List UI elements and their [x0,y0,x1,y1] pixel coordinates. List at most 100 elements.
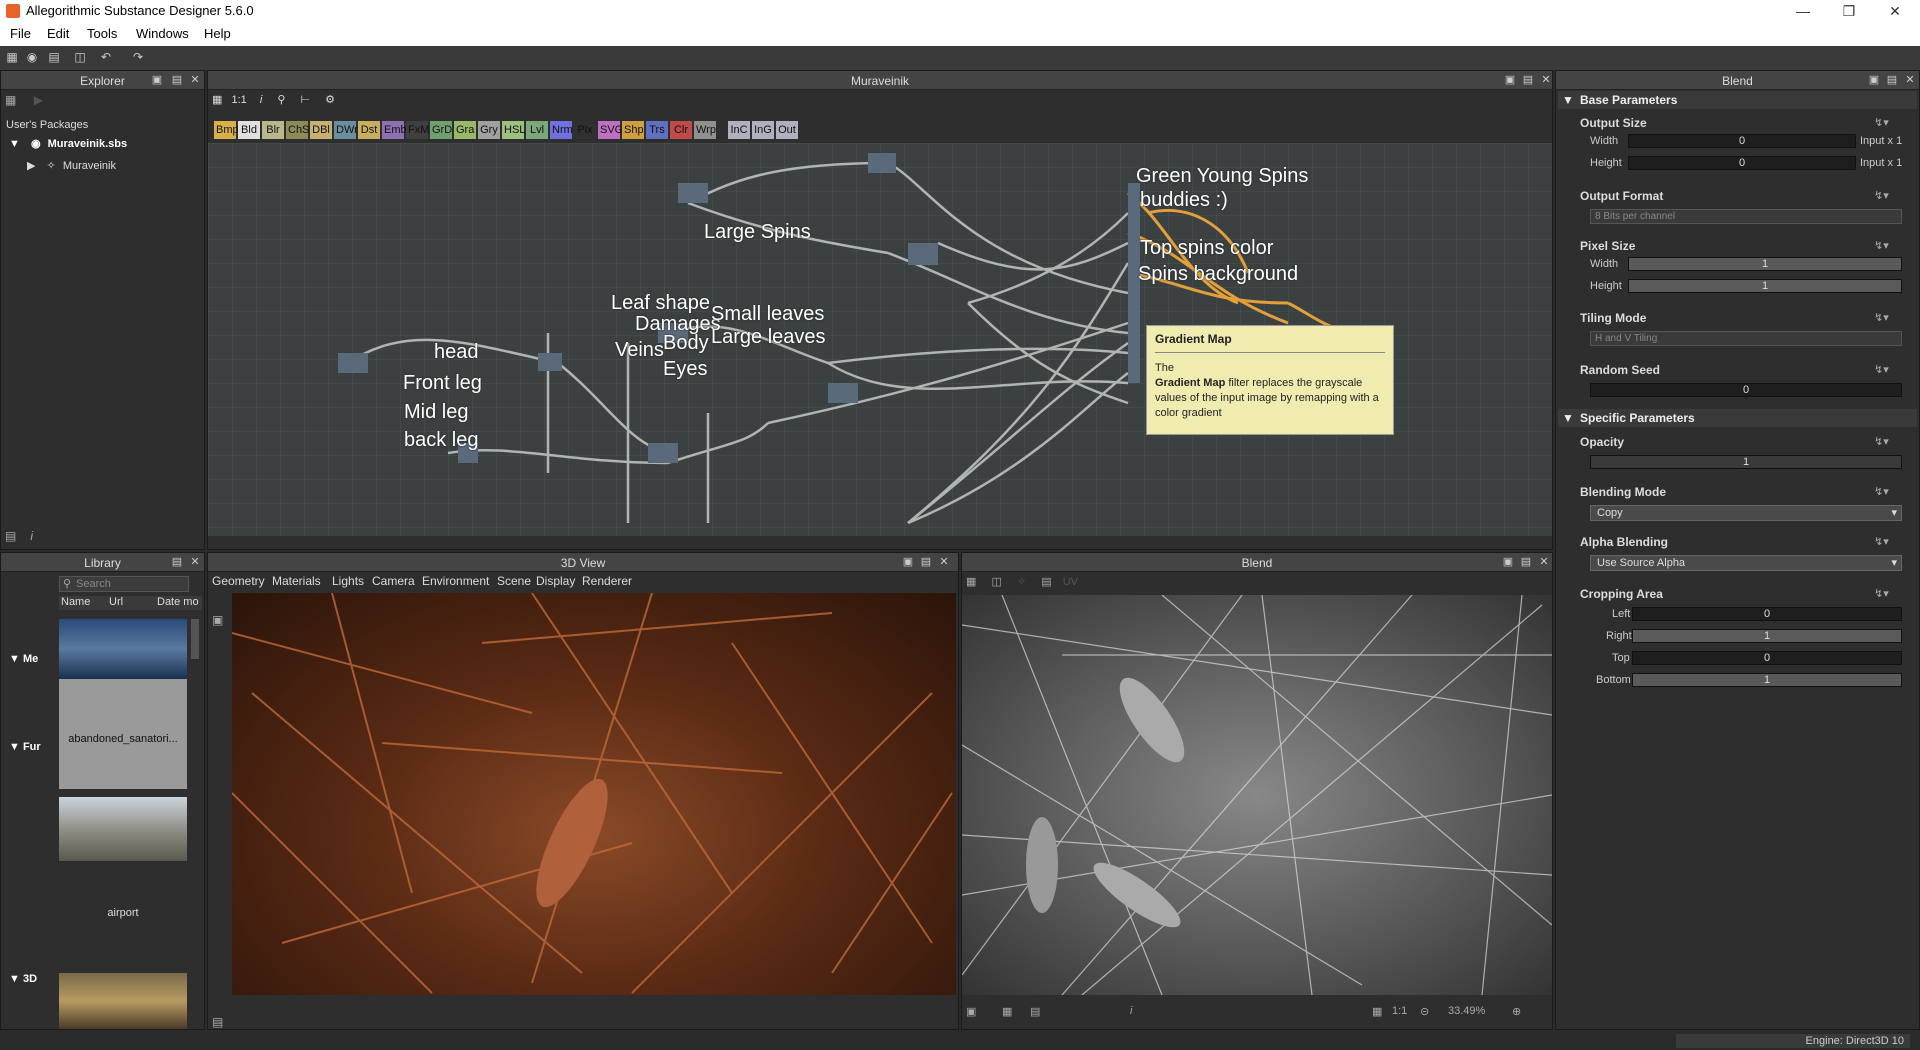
menu-help[interactable]: Help [204,26,231,41]
play-icon[interactable]: ▶ [34,93,43,107]
undo-icon[interactable]: ↶ [98,50,114,64]
library-search[interactable]: ⚲ Search [59,576,189,592]
menu-renderer[interactable]: Renderer [582,574,632,588]
node-chip[interactable]: Blr [262,121,284,139]
info-icon[interactable]: i [1130,1005,1132,1017]
histogram-icon[interactable]: ▤ [1030,1005,1040,1018]
node-chip[interactable]: Emb [382,121,407,139]
collapse-icon[interactable]: ▶ [27,160,35,172]
float-icon[interactable]: ▤ [1520,556,1532,568]
node-chip[interactable]: Dst [358,121,380,139]
link-icon[interactable]: ⊢ [300,94,310,106]
folder-icon[interactable]: ▤ [46,50,62,64]
column-name[interactable]: Name [61,596,90,608]
channels-icon[interactable]: ▣ [966,1005,976,1018]
scrollbar[interactable] [191,619,199,659]
alpha-blending-dropdown[interactable]: Use Source Alpha ▾ [1590,555,1902,571]
frame-icon[interactable]: ▦ [212,94,222,106]
param-options-icon[interactable]: ↯▾ [1874,587,1889,600]
search-icon[interactable]: ⚲ [277,94,285,106]
ratio-label[interactable]: 1:1 [1392,1005,1407,1017]
close-panel-icon[interactable]: ✕ [189,556,201,568]
node-chip[interactable]: Trs [646,121,668,139]
settings-icon[interactable]: ⚙ [325,94,335,106]
category-me[interactable]: ▼ Me [9,653,38,665]
graph-canvas[interactable]: Green Young Spins buddies :) Top spins c… [208,143,1552,536]
tiling-mode-field[interactable]: H and V Tiling [1590,331,1902,346]
image-icon[interactable]: ▤ [1041,576,1051,588]
2d-viewport[interactable] [962,595,1552,995]
node-chip[interactable]: Out [776,121,798,139]
menu-scene[interactable]: Scene [497,574,531,588]
menu-environment[interactable]: Environment [422,574,489,588]
node-chip[interactable]: Wrp [694,121,716,139]
pin-icon[interactable]: ▣ [902,556,914,568]
param-options-icon[interactable]: ↯▾ [1874,311,1889,324]
redo-icon[interactable]: ↷ [130,50,146,64]
tree-icon[interactable]: ▤ [212,1015,223,1029]
column-url[interactable]: Url [109,596,123,608]
node-chip[interactable]: Shp [622,121,644,139]
close-panel-icon[interactable]: ✕ [1540,74,1552,86]
node-chip[interactable]: ChS [286,121,309,139]
menu-geometry[interactable]: Geometry [212,574,265,588]
menu-camera[interactable]: Camera [372,574,415,588]
crop-bottom-slider[interactable]: 1 [1632,673,1902,687]
menu-materials[interactable]: Materials [272,574,321,588]
library-item[interactable]: abandoned_sanatori... [59,619,187,789]
close-panel-icon[interactable]: ✕ [189,74,201,86]
param-options-icon[interactable]: ↯▾ [1874,116,1889,129]
node-chip[interactable]: SVG [598,121,623,139]
node-chip[interactable]: HSL [502,121,525,139]
node-chip[interactable]: GrD [430,121,452,139]
node-chip[interactable]: Clr [670,121,692,139]
fit-icon[interactable]: ▦ [1372,1005,1382,1018]
height-slider[interactable]: 0 [1628,156,1856,170]
param-options-icon[interactable]: ↯▾ [1874,535,1889,548]
tree-icon[interactable]: ▤ [5,529,16,543]
pin-icon[interactable]: ▣ [1504,74,1516,86]
save-icon[interactable]: ◫ [72,50,88,64]
column-date[interactable]: Date mo [157,596,199,608]
menu-windows[interactable]: Windows [136,26,189,41]
menu-display[interactable]: Display [536,574,575,588]
category-3d[interactable]: ▼ 3D [9,973,37,985]
zoom-out-icon[interactable]: ⊝ [1420,1005,1429,1018]
new-icon[interactable]: ▦ [5,93,16,107]
menu-edit[interactable]: Edit [47,26,69,41]
close-panel-icon[interactable]: ✕ [1904,74,1916,86]
pin-icon[interactable]: ▣ [1868,74,1880,86]
info-icon[interactable]: i [260,94,262,106]
package-item[interactable]: ▼ ◉ Muraveinik.sbs [9,137,127,150]
specific-parameters-section[interactable]: ▼ Specific Parameters [1558,409,1917,427]
crop-right-slider[interactable]: 1 [1632,629,1902,643]
crop-left-slider[interactable]: 0 [1632,607,1902,621]
blending-mode-dropdown[interactable]: Copy ▾ [1590,505,1902,521]
output-format-field[interactable]: 8 Bits per channel [1590,209,1902,224]
menu-tools[interactable]: Tools [87,26,117,41]
graph-item[interactable]: ▶ ✧ Muraveinik [27,159,116,172]
node-chip[interactable]: InG [752,121,774,139]
node-chip[interactable]: InC [728,121,750,139]
open-icon[interactable]: ◉ [24,50,40,64]
3d-viewport[interactable] [232,593,956,995]
node-chip[interactable]: Nrm [550,121,573,139]
category-fur[interactable]: ▼ Fur [9,741,41,753]
float-icon[interactable]: ▤ [1522,74,1534,86]
pin-icon[interactable]: ▣ [151,74,163,86]
maximize-button[interactable]: ❐ [1826,0,1872,22]
info-icon[interactable]: i [30,529,33,543]
node-chip[interactable]: DBl [310,121,332,139]
node-chip[interactable]: Lvl [526,121,548,139]
param-options-icon[interactable]: ↯▾ [1874,239,1889,252]
width-slider[interactable]: 0 [1628,134,1856,148]
menu-file[interactable]: File [10,26,31,41]
param-options-icon[interactable]: ↯▾ [1874,189,1889,202]
zoom-in-icon[interactable]: ⊕ [1512,1005,1521,1018]
float-icon[interactable]: ▤ [1886,74,1898,86]
zoom-ratio[interactable]: 1:1 [231,94,246,106]
float-icon[interactable]: ▤ [920,556,932,568]
minimize-button[interactable]: — [1780,0,1826,22]
random-seed-slider[interactable]: 0 [1590,383,1902,397]
pixel-width-slider[interactable]: 1 [1628,257,1902,271]
